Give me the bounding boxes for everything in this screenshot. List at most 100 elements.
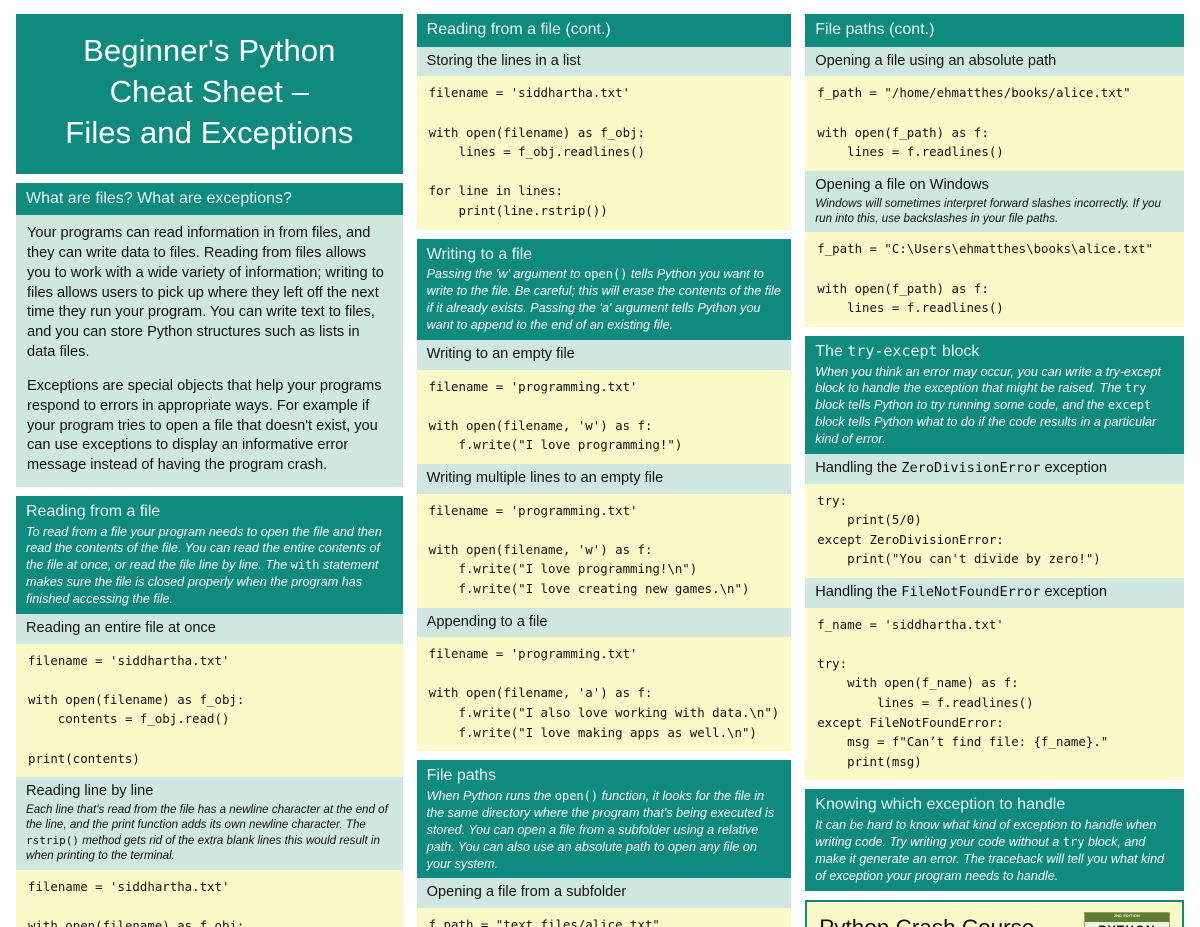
inline-code: rstrip() <box>26 833 79 847</box>
inline-code: try-except <box>847 341 938 360</box>
inline-code: with <box>290 558 320 573</box>
subsection-title: Reading an entire file at once <box>26 619 216 636</box>
section-title: Writing to a file <box>426 245 533 263</box>
section-knowing-which-exception: Knowing which exception to handle It can… <box>805 789 1184 891</box>
section-header-file-paths-cont: File paths (cont.) <box>805 14 1184 47</box>
section-what-are-files: What are files? What are exceptions? You… <box>16 182 403 487</box>
book-cover-top: 2ND EDITION PYTHON CRASH COURSE A HANDS-… <box>1085 912 1169 927</box>
paragraph: Your programs can read information in fr… <box>27 225 384 360</box>
code-block-storing-lines: filename = 'siddhartha.txt' with open(fi… <box>416 76 792 230</box>
code-block-windows-path: f_path = "C:\Users\ehmatthes\books\alice… <box>805 232 1184 327</box>
section-title: What are files? What are exceptions? <box>26 189 292 207</box>
desc-part: Passing the 'w' argument to <box>426 267 585 282</box>
section-reading-from-a-file: Reading from a file To read from a file … <box>16 495 403 927</box>
section-try-except-block: The try-except block When you think an e… <box>805 335 1184 781</box>
section-header-reading-from-a-file: Reading from a file To read from a file … <box>16 495 403 614</box>
book-cover-edition: 2ND EDITION <box>1113 914 1141 919</box>
section-writing-to-a-file: Writing to a file Passing the 'w' argume… <box>416 238 792 752</box>
section-body-what-are-files: Your programs can read information in fr… <box>16 215 403 487</box>
inline-code: open() <box>584 267 628 282</box>
book-cover-title-python: PYTHON <box>1085 924 1169 927</box>
section-header-writing-to-a-file: Writing to a file Passing the 'w' argume… <box>416 238 792 340</box>
section-header-file-paths: File paths When Python runs the open() f… <box>416 760 792 879</box>
subsection-title: Handling the FileNotFoundError exception <box>815 584 1107 600</box>
subsection-title: Writing to an empty file <box>426 345 575 362</box>
subsection-title: Opening a file on Windows <box>815 176 989 193</box>
inline-code: open() <box>554 789 599 804</box>
desc-part: block tells Python what to do if the cod… <box>815 415 1157 446</box>
section-title: Reading from a file (cont.) <box>426 21 611 38</box>
section-title: File paths (cont.) <box>815 21 935 38</box>
section-description: When Python runs the open() function, it… <box>427 788 782 872</box>
section-description: When you think an error may occur, you c… <box>815 364 1174 448</box>
code-block-zerodivisionerror: try: print(5/0) except ZeroDivisionError… <box>805 483 1184 578</box>
section-file-paths-cont: File paths (cont.) Opening a file using … <box>805 14 1184 327</box>
page-title-line-3: Files and Exceptions <box>65 115 354 151</box>
subsection-header-open-from-subfolder: Opening a file from a subfolder <box>416 878 792 909</box>
title-part: exception <box>1040 583 1107 600</box>
subsection-header-appending: Appending to a file <box>416 607 792 638</box>
title-part: exception <box>1040 459 1107 476</box>
title-part: Handling the <box>815 583 902 600</box>
subsection-description: Windows will sometimes interpret forward… <box>815 196 1161 225</box>
code-block-filenotfounderror: f_name = 'siddhartha.txt' try: with open… <box>805 607 1184 781</box>
subsection-header-read-line-by-line: Reading line by line Each line that's re… <box>16 777 403 870</box>
inline-code: FileNotFoundError <box>901 583 1041 600</box>
subsection-title: Storing the lines in a list <box>426 52 581 69</box>
subsection-title: Writing multiple lines to an empty file <box>426 469 664 486</box>
code-block-absolute-path: f_path = "/home/ehmatthes/books/alice.tx… <box>805 76 1184 171</box>
section-header-reading-cont: Reading from a file (cont.) <box>416 14 792 47</box>
subsection-header-read-entire-file: Reading an entire file at once <box>16 613 403 644</box>
code-block-open-from-subfolder: f_path = "text_files/alice.txt" with ope… <box>416 908 792 927</box>
subsection-title: Handling the ZeroDivisionError exception <box>815 460 1107 476</box>
section-file-paths: File paths When Python runs the open() f… <box>416 760 792 927</box>
section-description: Passing the 'w' argument to open() tells… <box>427 266 782 334</box>
subsection-header-filenotfounderror: Handling the FileNotFoundError exception <box>805 577 1184 608</box>
section-header-knowing-which-exception: Knowing which exception to handle It can… <box>805 789 1184 891</box>
desc-part: When Python runs the <box>426 789 555 804</box>
subsection-header-windows-path: Opening a file on Windows Windows will s… <box>805 170 1184 233</box>
subsection-title: Opening a file from a subfolder <box>426 884 627 901</box>
desc-part: Each line that's read from the file has … <box>26 802 388 832</box>
cheat-sheet-page: Beginner's Python Cheat Sheet – Files an… <box>0 0 1200 927</box>
code-block-write-multiple-lines: filename = 'programming.txt' with open(f… <box>416 493 792 608</box>
page-title-line-2: Cheat Sheet – <box>109 74 310 110</box>
subsection-title: Reading line by line <box>26 783 154 800</box>
section-title: Reading from a file <box>26 502 161 520</box>
page-title: Beginner's Python Cheat Sheet – Files an… <box>16 14 403 174</box>
subsection-header-zerodivisionerror: Handling the ZeroDivisionError exception <box>805 453 1184 484</box>
subsection-title: Appending to a file <box>426 613 548 630</box>
paragraph: Exceptions are special objects that help… <box>27 378 382 474</box>
section-description: To read from a file your program needs t… <box>26 524 393 608</box>
section-title: Knowing which exception to handle <box>815 796 1066 814</box>
section-header-what-are-files: What are files? What are exceptions? <box>16 182 403 216</box>
subsection-header-write-empty-file: Writing to an empty file <box>416 339 792 370</box>
code-block-read-entire-file: filename = 'siddhartha.txt' with open(fi… <box>16 643 403 778</box>
section-title: File paths <box>426 767 497 785</box>
subsection-header-absolute-path: Opening a file using an absolute path <box>805 46 1184 77</box>
title-part: The <box>815 342 848 360</box>
title-part: block <box>937 342 980 360</box>
page-title-line-1: Beginner's Python <box>83 33 336 68</box>
inline-code: except <box>1107 398 1152 413</box>
subsection-header-storing-lines: Storing the lines in a list <box>416 46 792 77</box>
code-block-write-empty-file: filename = 'programming.txt' with open(f… <box>416 369 792 464</box>
code-block-read-line-by-line: filename = 'siddhartha.txt' with open(fi… <box>16 869 403 927</box>
book-title: Python Crash Course <box>819 915 1076 927</box>
column-3: File paths (cont.) Opening a file using … <box>805 14 1184 927</box>
desc-part: When you think an error may occur, you c… <box>815 364 1162 396</box>
inline-code: try <box>1062 835 1085 850</box>
column-1: Beginner's Python Cheat Sheet – Files an… <box>16 14 403 927</box>
section-description: It can be hard to know what kind of exce… <box>815 817 1174 885</box>
inline-code: ZeroDivisionError <box>901 459 1041 476</box>
section-title: The try-except block <box>815 342 1174 363</box>
column-2: Reading from a file (cont.) Storing the … <box>416 14 792 927</box>
desc-part: block tells Python to try running some c… <box>815 398 1108 413</box>
subsection-description: Each line that's read from the file has … <box>26 802 393 864</box>
desc-part: method gets rid of the extra blank lines… <box>26 833 380 863</box>
subsection-title: Opening a file using an absolute path <box>815 52 1057 69</box>
book-promo: Python Crash Course A Hands-On, Project-… <box>805 899 1184 927</box>
subsection-header-write-multiple-lines: Writing multiple lines to an empty file <box>416 463 792 494</box>
book-cover-image: 2ND EDITION PYTHON CRASH COURSE A HANDS-… <box>1084 911 1170 927</box>
section-header-try-except: The try-except block When you think an e… <box>805 335 1184 454</box>
